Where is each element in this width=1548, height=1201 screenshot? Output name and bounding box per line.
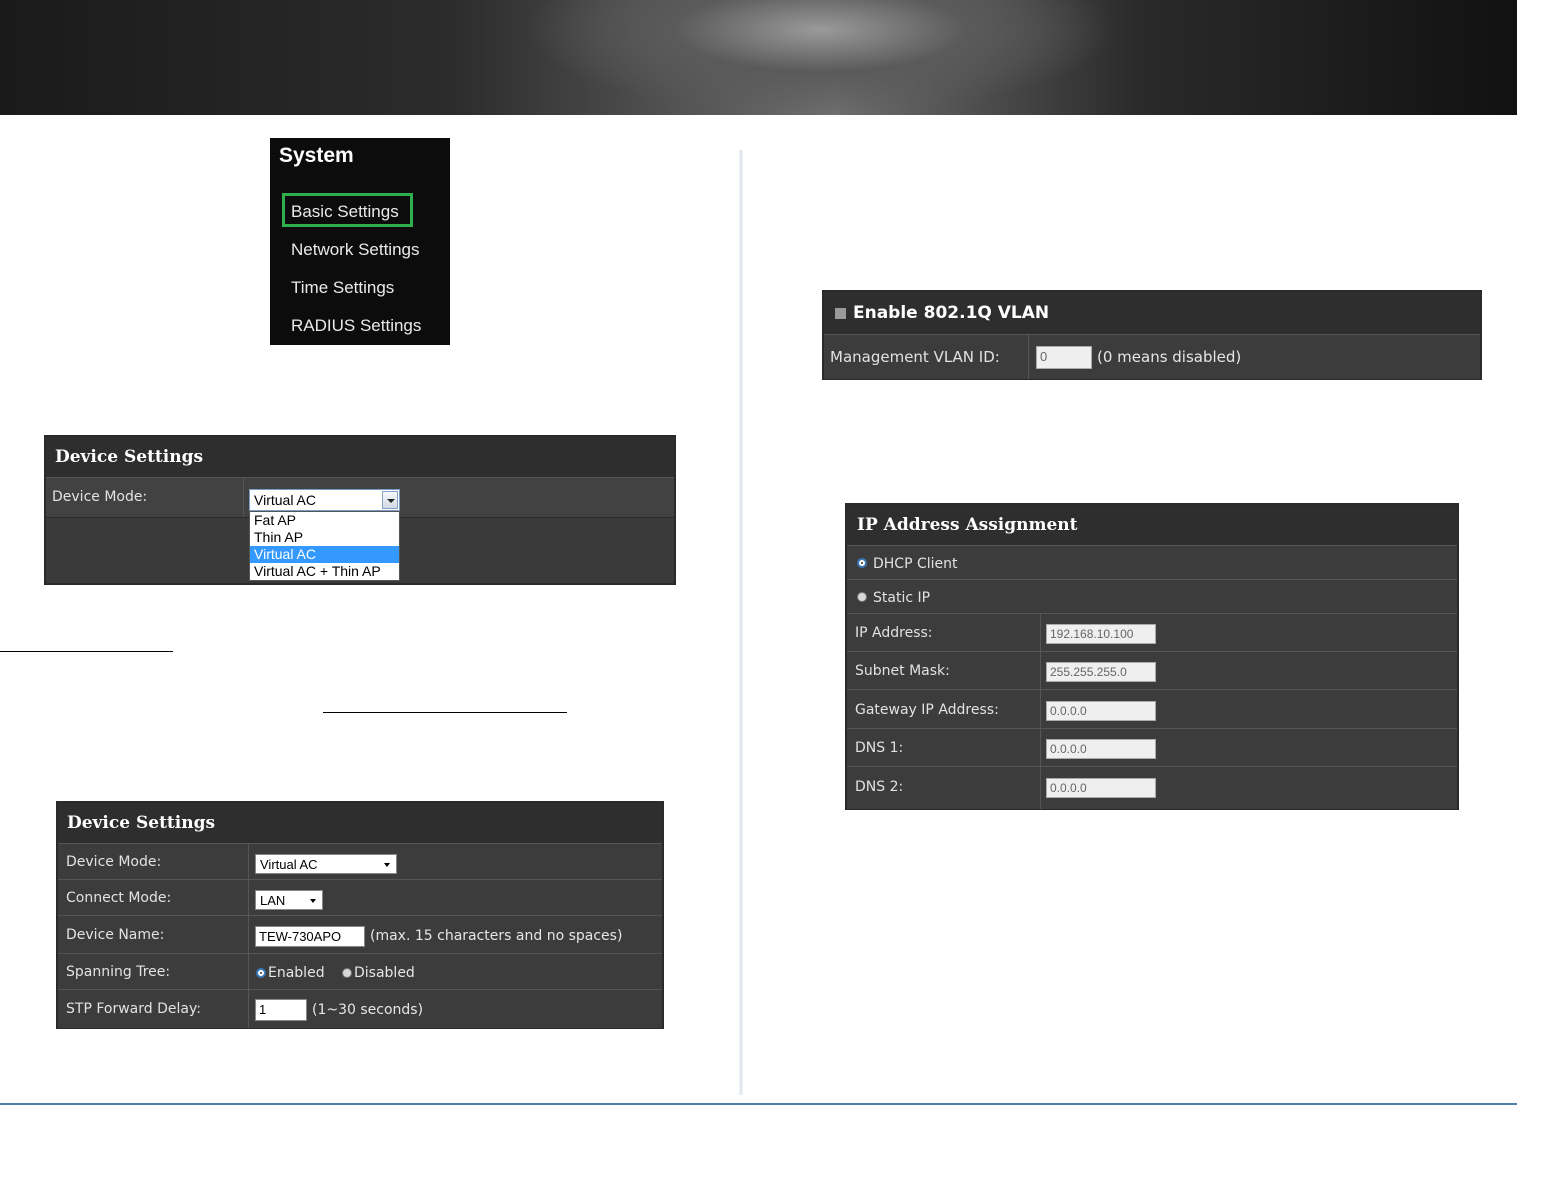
gateway-input[interactable]: 0.0.0.0: [1046, 701, 1156, 721]
option-fat-ap[interactable]: Fat AP: [250, 512, 399, 529]
stp-forward-delay-hint: (1~30 seconds): [312, 1002, 424, 1018]
column-separator: [248, 916, 249, 954]
panel-title: Device Settings: [46, 437, 674, 477]
spanning-tree-row: Spanning Tree: Enabled Disabled: [58, 953, 662, 990]
connect-mode-value: LAN: [260, 893, 286, 908]
column-separator: [248, 880, 249, 916]
panel-title: Device Settings: [58, 803, 662, 843]
subnet-mask-input[interactable]: 255.255.255.0: [1046, 662, 1156, 682]
column-separator: [1040, 652, 1041, 690]
device-name-input[interactable]: TEW-730APO: [255, 926, 365, 947]
spanning-tree-disabled-radio[interactable]: [342, 968, 352, 978]
management-vlan-row: Management VLAN ID: 0 (0 means disabled): [824, 334, 1480, 379]
dhcp-client-row: DHCP Client: [847, 545, 1457, 580]
spanning-tree-enabled-radio[interactable]: [256, 968, 266, 978]
connect-mode-label: Connect Mode:: [66, 890, 172, 906]
column-separator: [1040, 690, 1041, 729]
device-mode-value: Virtual AC: [260, 857, 318, 872]
dns1-row: DNS 1: 0.0.0.0: [847, 728, 1457, 767]
device-settings-panel: Device Settings Device Mode: Virtual AC …: [56, 801, 664, 1029]
chevron-down-icon: [310, 899, 316, 903]
management-vlan-label: Management VLAN ID:: [830, 348, 1000, 366]
subnet-mask-label: Subnet Mask:: [855, 663, 950, 679]
option-virtual-ac[interactable]: Virtual AC: [250, 546, 399, 563]
enable-vlan-checkbox[interactable]: [835, 308, 846, 319]
device-name-row: Device Name: TEW-730APO (max. 15 charact…: [58, 915, 662, 954]
menu-item-network-settings[interactable]: Network Settings: [291, 240, 420, 260]
column-separator: [248, 990, 249, 1028]
footer-rule: [0, 1103, 1517, 1105]
management-vlan-hint: (0 means disabled): [1097, 348, 1242, 366]
underline-decoration: [323, 712, 567, 713]
menu-item-time-settings[interactable]: Time Settings: [291, 278, 394, 298]
column-separator: [1028, 335, 1029, 379]
device-mode-label: Device Mode:: [66, 854, 162, 870]
ip-assignment-title: IP Address Assignment: [847, 505, 1457, 545]
option-virtual-ac-thin-ap[interactable]: Virtual AC + Thin AP: [250, 563, 399, 580]
dhcp-client-radio[interactable]: [857, 558, 867, 568]
ip-address-input[interactable]: 192.168.10.100: [1046, 624, 1156, 644]
device-mode-row: Device Mode: Virtual AC: [58, 843, 662, 880]
static-ip-label: Static IP: [873, 590, 931, 606]
dns1-input[interactable]: 0.0.0.0: [1046, 739, 1156, 759]
ip-address-label: IP Address:: [855, 625, 933, 641]
column-separator: [248, 844, 249, 880]
connect-mode-select[interactable]: LAN: [255, 890, 323, 910]
column-separator: [1040, 614, 1041, 652]
subnet-mask-row: Subnet Mask: 255.255.255.0: [847, 651, 1457, 690]
spanning-tree-label: Spanning Tree:: [66, 964, 171, 980]
ip-assignment-panel: IP Address Assignment DHCP Client Static…: [845, 503, 1459, 810]
header-banner: [0, 0, 1517, 115]
dhcp-client-label: DHCP Client: [873, 556, 958, 572]
vlan-panel: Enable 802.1Q VLAN Management VLAN ID: 0…: [822, 290, 1482, 380]
device-name-label: Device Name:: [66, 927, 165, 943]
gateway-row: Gateway IP Address: 0.0.0.0: [847, 689, 1457, 729]
menu-item-radius-settings[interactable]: RADIUS Settings: [291, 316, 421, 336]
chevron-down-icon[interactable]: [382, 491, 398, 509]
device-mode-select[interactable]: Virtual AC: [255, 854, 397, 874]
option-thin-ap[interactable]: Thin AP: [250, 529, 399, 546]
system-menu: System Basic Settings Network Settings T…: [270, 138, 450, 345]
dns1-label: DNS 1:: [855, 740, 904, 756]
chevron-down-icon: [384, 863, 390, 867]
dns2-label: DNS 2:: [855, 779, 904, 795]
stp-forward-delay-input[interactable]: 1: [255, 999, 307, 1021]
device-mode-options: Fat AP Thin AP Virtual AC Virtual AC + T…: [249, 511, 400, 581]
connect-mode-row: Connect Mode: LAN: [58, 879, 662, 916]
menu-item-basic-settings[interactable]: Basic Settings: [291, 202, 399, 222]
vlan-title: Enable 802.1Q VLAN: [824, 292, 1480, 334]
static-ip-radio[interactable]: [857, 592, 867, 602]
management-vlan-input[interactable]: 0: [1036, 346, 1092, 369]
column-separator: [1040, 767, 1041, 809]
column-divider: [739, 150, 743, 1095]
dns2-input[interactable]: 0.0.0.0: [1046, 778, 1156, 798]
underline-decoration: [0, 651, 173, 652]
stp-forward-delay-label: STP Forward Delay:: [66, 1001, 201, 1017]
column-separator: [248, 954, 249, 990]
static-ip-row: Static IP: [847, 579, 1457, 614]
system-menu-title: System: [279, 144, 354, 167]
column-separator: [1040, 729, 1041, 767]
dns2-row: DNS 2: 0.0.0.0: [847, 766, 1457, 809]
device-mode-selected-value: Virtual AC: [254, 492, 316, 508]
ip-address-row: IP Address: 192.168.10.100: [847, 613, 1457, 652]
device-mode-label: Device Mode:: [52, 489, 148, 505]
device-mode-select[interactable]: Virtual AC: [249, 489, 400, 511]
disabled-label: Disabled: [354, 965, 415, 981]
device-name-hint: (max. 15 characters and no spaces): [370, 928, 623, 944]
gateway-label: Gateway IP Address:: [855, 702, 999, 718]
column-separator: [243, 478, 244, 518]
stp-forward-delay-row: STP Forward Delay: 1 (1~30 seconds): [58, 989, 662, 1028]
enabled-label: Enabled: [268, 965, 325, 981]
